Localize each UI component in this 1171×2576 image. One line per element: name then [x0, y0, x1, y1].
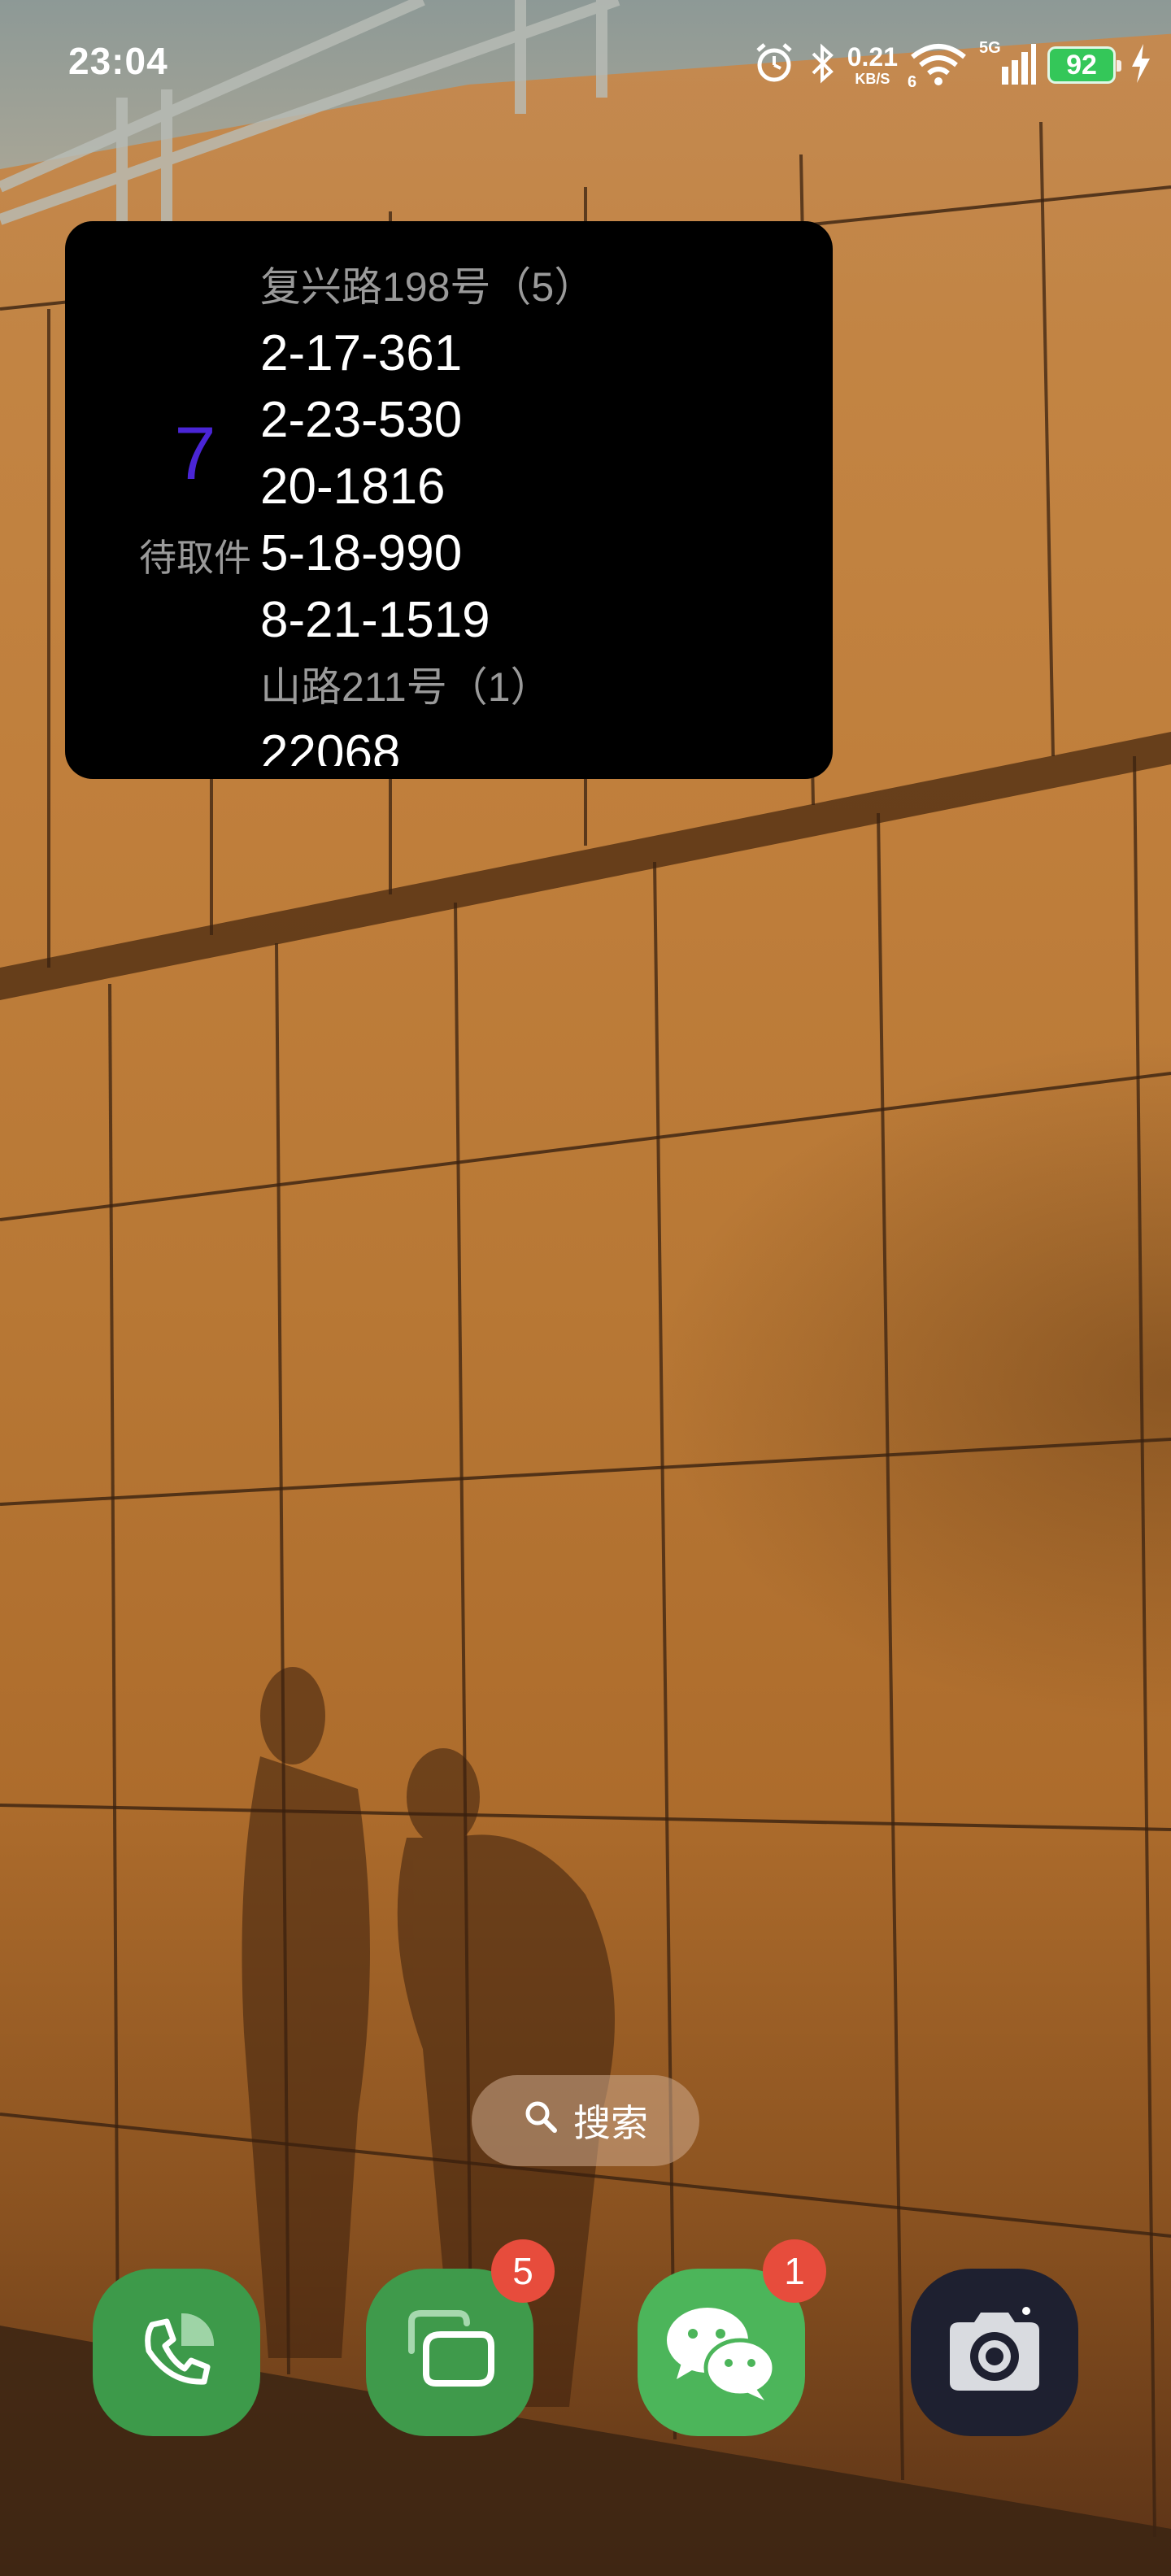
cellular-label: 5G — [979, 39, 1001, 57]
wifi-icon: 6 — [908, 41, 968, 91]
home-screen: 23:04 0.21 KB/S 6 5G 92 7 待取件 复兴路198号（5）… — [0, 0, 1171, 2576]
search-label: 搜索 — [573, 2102, 648, 2144]
cellular-signal-icon: 5G — [979, 39, 1036, 88]
pickup-list[interactable]: 复兴路198号（5） 2-17-361 2-23-530 20-1816 5-1… — [260, 254, 821, 766]
pickup-code: 8-21-1519 — [260, 592, 490, 648]
pickup-code: 2-17-361 — [260, 325, 463, 381]
status-bar: 23:04 0.21 KB/S 6 5G 92 — [0, 0, 1171, 130]
camera-icon — [942, 2306, 1047, 2400]
wifi-subscript: 6 — [908, 72, 917, 91]
search-icon — [523, 2099, 559, 2143]
alarm-icon — [751, 41, 797, 90]
phone-icon — [128, 2302, 225, 2404]
dock-app-camera[interactable] — [911, 2269, 1078, 2436]
pending-pickup-label: 待取件 — [139, 537, 251, 579]
pickup-group-title: 山路211号（1） — [260, 664, 551, 710]
message-bubble-icon — [397, 2302, 503, 2404]
pickup-code: 22068 — [260, 725, 401, 766]
messages-unread-badge: 5 — [491, 2239, 555, 2303]
search-button[interactable]: 搜索 — [472, 2075, 699, 2166]
battery-level: 92 — [1066, 49, 1097, 80]
wechat-icon — [660, 2298, 782, 2408]
pickup-widget[interactable]: 7 待取件 复兴路198号（5） 2-17-361 2-23-530 20-18… — [65, 221, 833, 779]
network-speed-value: 0.21 — [847, 42, 898, 72]
dock-app-messages[interactable]: 5 — [366, 2239, 555, 2436]
status-clock: 23:04 — [68, 40, 168, 82]
charging-icon — [1127, 41, 1155, 90]
wechat-unread-badge: 1 — [763, 2239, 826, 2303]
pickup-code: 20-1816 — [260, 459, 446, 515]
network-speed: 0.21 KB/S — [847, 44, 898, 86]
battery-icon: 92 — [1047, 46, 1121, 84]
pickup-group-title: 复兴路198号（5） — [260, 264, 595, 310]
dock-app-phone[interactable] — [93, 2269, 260, 2436]
network-speed-unit: KB/S — [855, 71, 890, 87]
dock-app-wechat[interactable]: 1 — [638, 2239, 826, 2436]
bluetooth-icon — [808, 41, 836, 90]
status-icons: 0.21 KB/S 6 5G 92 — [751, 33, 1155, 98]
pending-pickup-count: 7 — [174, 412, 216, 495]
pickup-code: 2-23-530 — [260, 392, 463, 448]
pickup-code: 5-18-990 — [260, 525, 463, 581]
